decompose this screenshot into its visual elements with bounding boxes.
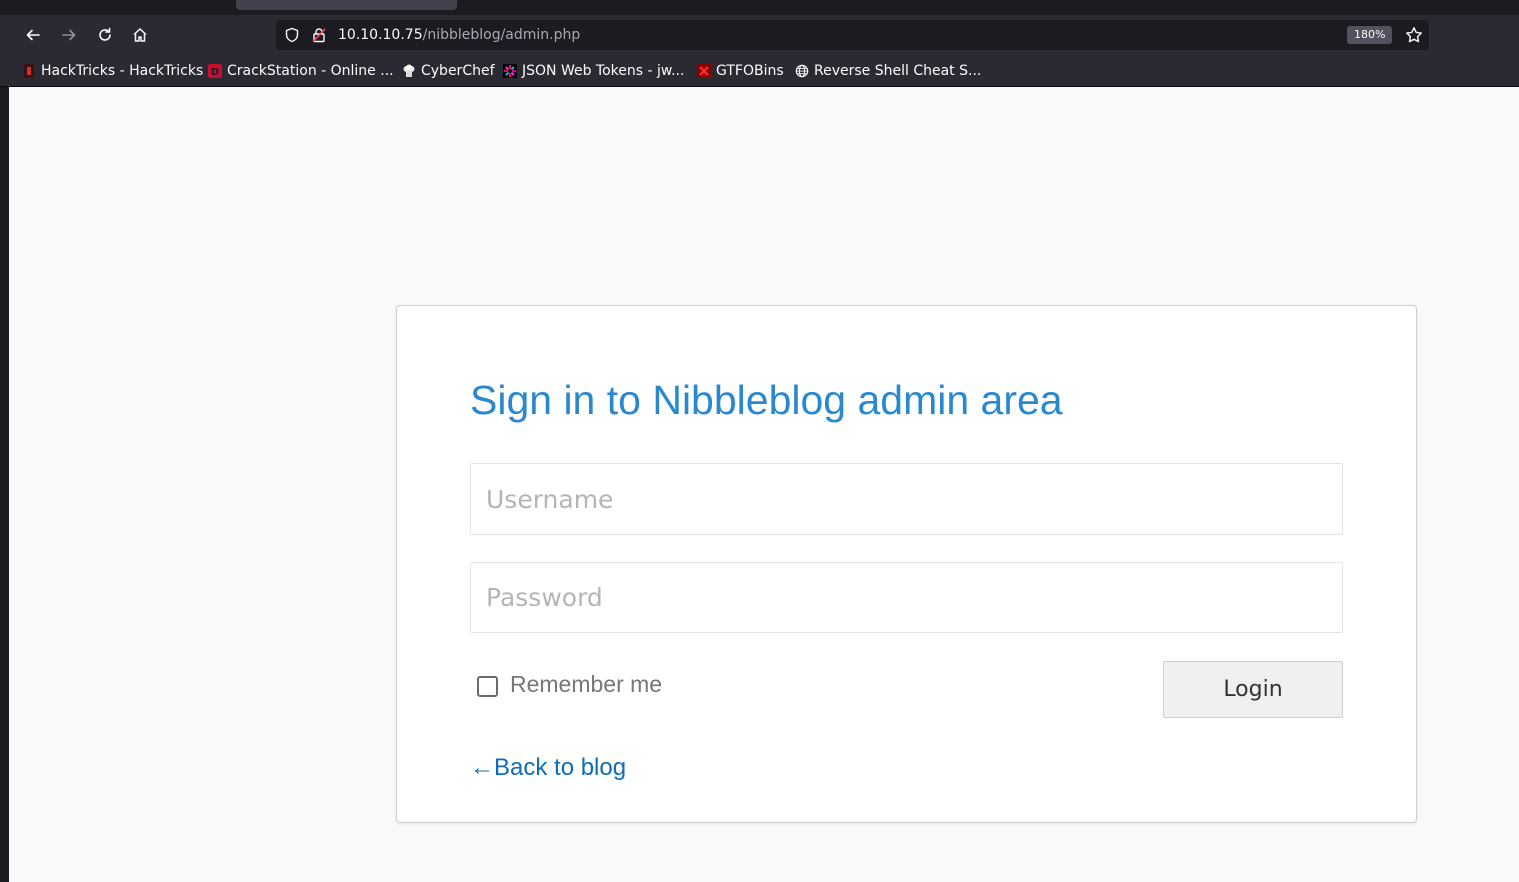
bookmark-cyberchef[interactable]: CyberChef [402, 62, 495, 80]
login-button[interactable]: Login [1163, 661, 1343, 718]
page-title: Sign in to Nibbleblog admin area [470, 377, 1063, 423]
url-path: /nibbleblog/admin.php [422, 27, 581, 43]
home-button[interactable] [126, 21, 154, 49]
bookmark-label: Reverse Shell Cheat S... [814, 63, 982, 79]
zoom-level-badge[interactable]: 180% [1347, 26, 1393, 44]
shield-icon[interactable] [284, 27, 300, 43]
bookmark-star-icon[interactable] [1405, 26, 1423, 44]
bookmark-jwt[interactable]: JSON Web Tokens - jw... [503, 62, 684, 80]
url-bar[interactable]: 10.10.10.75/nibbleblog/admin.php 180% [276, 20, 1429, 50]
password-input[interactable] [470, 562, 1343, 633]
svg-text:D: D [211, 67, 219, 78]
reload-button[interactable] [91, 21, 119, 49]
bookmark-label: JSON Web Tokens - jw... [522, 63, 685, 79]
home-icon [133, 28, 147, 42]
reload-icon [99, 27, 111, 41]
back-to-blog-link[interactable]: ←Back to blog [470, 754, 626, 782]
login-box: Sign in to Nibbleblog admin area Remembe… [396, 305, 1417, 823]
bookmark-label: CrackStation - Online ... [227, 63, 394, 79]
remember-me-checkbox[interactable] [477, 676, 498, 697]
bookmark-label: HackTricks - HackTricks [41, 63, 204, 79]
remember-me[interactable]: Remember me [477, 670, 662, 697]
tab-strip [0, 0, 1519, 15]
bookmark-gtfobins[interactable]: GTFOBins [697, 62, 784, 80]
bookmark-reverse-shell[interactable]: Reverse Shell Cheat S... [795, 62, 981, 80]
gtfobins-icon [697, 64, 711, 78]
navigation-toolbar: 10.10.10.75/nibbleblog/admin.php 180% [0, 15, 1519, 55]
back-arrow-icon [26, 29, 40, 41]
forward-arrow-icon [62, 29, 76, 41]
bookmark-crackstation[interactable]: D CrackStation - Online ... [208, 62, 394, 80]
bookmark-label: GTFOBins [716, 63, 784, 79]
window-edge [0, 87, 9, 882]
page-content: Sign in to Nibbleblog admin area Remembe… [9, 87, 1519, 882]
url-text[interactable]: 10.10.10.75/nibbleblog/admin.php [338, 26, 580, 44]
forward-button[interactable] [55, 21, 83, 49]
back-button[interactable] [19, 21, 47, 49]
username-input[interactable] [470, 463, 1343, 535]
globe-icon [795, 64, 809, 78]
insecure-lock-icon[interactable] [311, 27, 327, 43]
crackstation-icon: D [208, 64, 222, 78]
cyberchef-icon [402, 64, 416, 78]
bookmark-label: CyberChef [421, 63, 495, 79]
url-host: 10.10.10.75 [338, 27, 423, 43]
bookmark-hacktricks[interactable]: HackTricks - HackTricks [22, 62, 203, 80]
jwt-icon [503, 64, 517, 78]
active-tab[interactable] [236, 0, 457, 10]
remember-me-label[interactable]: Remember me [510, 671, 662, 697]
bookmarks-toolbar: HackTricks - HackTricks D CrackStation -… [0, 55, 1519, 87]
hacktricks-icon [22, 64, 36, 78]
